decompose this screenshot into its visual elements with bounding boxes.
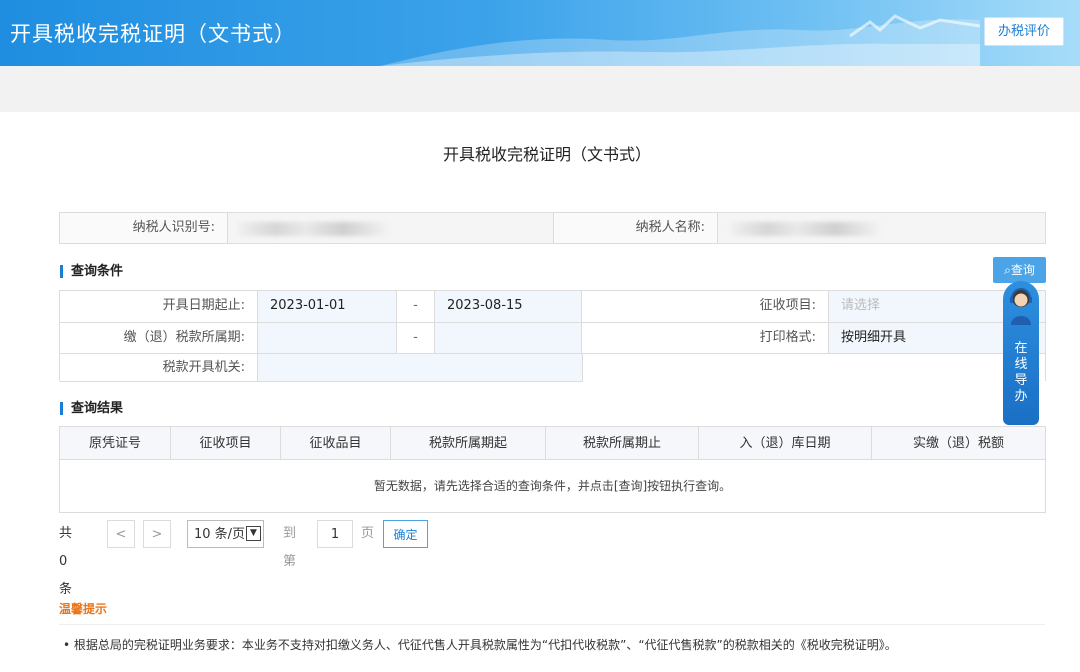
tax-period-end-input[interactable] (435, 323, 582, 353)
search-icon: ⌕ (1004, 263, 1011, 277)
total-count: 共 0 条 (59, 526, 73, 597)
column-header: 征收项目 (171, 427, 281, 460)
prev-page-button[interactable]: < (107, 520, 135, 548)
levy-item-label: 征收项目: (582, 291, 829, 322)
toolbar-band (0, 66, 1080, 112)
goto-confirm-button[interactable]: 确定 (383, 520, 428, 548)
evaluate-button[interactable]: 办税评价 (984, 17, 1064, 46)
issue-date-start-input[interactable]: 2023-01-01 (258, 291, 397, 322)
page-title: 开具税收完税证明（文书式） (442, 145, 651, 164)
tips-text: • 根据总局的完税证明业务要求：本业务不支持对扣缴义务人、代征代售人开具税款属性… (63, 638, 897, 652)
issue-date-label: 开具日期起止: (60, 291, 258, 322)
page-number-input[interactable]: 1 (317, 520, 353, 548)
goto-label: 到第 (283, 526, 297, 569)
tips-title: 温馨提示 (59, 602, 108, 616)
tax-office-label: 税款开具机关: (60, 354, 258, 381)
app-title: 开具税收完税证明（文书式） (10, 22, 296, 46)
query-form: 开具日期起止: 2023-01-01 - 2023-08-15 征收项目: 请选… (59, 290, 1046, 382)
page-size-value: 10 条/页 (194, 527, 246, 542)
query-button[interactable]: ⌕查询 (993, 257, 1046, 283)
customer-service-avatar-icon (1010, 288, 1032, 325)
column-header: 实缴（退）税额 (872, 427, 1045, 460)
tax-period-start-input[interactable] (258, 323, 397, 353)
query-section-title: 查询条件 (60, 265, 123, 278)
taxpayer-id-value (228, 213, 554, 243)
online-guide-widget[interactable]: 在 线 导 办 (1003, 281, 1039, 425)
taxpayer-name-value (718, 213, 1045, 243)
column-header: 税款所属期止 (546, 427, 699, 460)
taxpayer-info: 纳税人识别号: 纳税人名称: (59, 212, 1046, 244)
print-format-label: 打印格式: (582, 323, 829, 353)
tax-office-select[interactable] (258, 354, 583, 381)
tax-period-label: 缴（退）税款所属期: (60, 323, 258, 353)
empty-table-message: 暂无数据，请先选择合适的查询条件，并点击[查询]按钮执行查询。 (373, 479, 732, 493)
column-header: 入（退）库日期 (699, 427, 872, 460)
result-table: 原凭证号 征收项目 征收品目 税款所属期起 税款所属期止 入（退）库日期 实缴（… (59, 426, 1046, 513)
great-wall-decoration (380, 14, 980, 66)
date-range-dash: - (397, 291, 435, 322)
column-header: 征收品目 (281, 427, 391, 460)
taxpayer-name-label: 纳税人名称: (554, 213, 718, 243)
period-range-dash: - (397, 323, 435, 353)
issue-date-end-input[interactable]: 2023-08-15 (435, 291, 582, 322)
column-header: 原凭证号 (60, 427, 171, 460)
query-button-label: 查询 (1010, 263, 1035, 277)
top-banner: 开具税收完税证明（文书式） 办税评价 (0, 0, 1080, 66)
chevron-down-icon: ▼ (246, 526, 261, 541)
taxpayer-id-label: 纳税人识别号: (60, 213, 228, 243)
page-size-select[interactable]: 10 条/页 ▼ (187, 520, 264, 548)
page-unit-label: 页 (361, 526, 375, 541)
tips-divider (59, 624, 1045, 625)
next-page-button[interactable]: > (143, 520, 171, 548)
online-guide-label: 在 线 导 办 (1014, 341, 1028, 404)
result-section-title: 查询结果 (60, 402, 123, 415)
column-header: 税款所属期起 (391, 427, 546, 460)
